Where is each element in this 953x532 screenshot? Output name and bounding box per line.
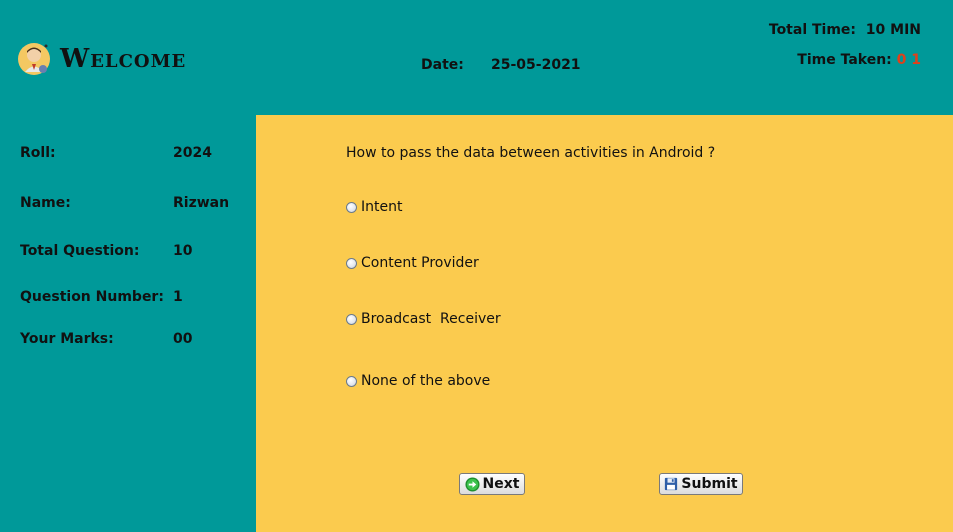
option-2[interactable]: Content Provider xyxy=(346,255,479,271)
name-value: Rizwan xyxy=(173,195,230,211)
time-taken-label: Time Taken: xyxy=(797,52,892,68)
roll-value: 2024 xyxy=(173,145,212,161)
total-question-label: Total Question: xyxy=(20,243,140,259)
student-avatar-icon xyxy=(18,43,50,75)
submit-button[interactable]: Submit xyxy=(659,473,743,495)
name-label: Name: xyxy=(20,195,71,211)
time-taken-value: 0 1 xyxy=(896,52,921,68)
option-3-radio[interactable] xyxy=(346,314,357,325)
roll-label: Roll: xyxy=(20,145,56,161)
option-3-label: Broadcast Receiver xyxy=(361,311,501,327)
option-4-label: None of the above xyxy=(361,373,491,389)
option-2-radio[interactable] xyxy=(346,258,357,269)
quiz-panel: How to pass the data between activities … xyxy=(256,115,953,532)
floppy-disk-icon xyxy=(664,477,678,491)
total-time-label: Total Time: xyxy=(768,22,857,38)
question-number-value: 1 xyxy=(173,289,183,305)
marks-label: Your Marks: xyxy=(20,331,114,347)
submit-label: Submit xyxy=(681,476,738,492)
marks-value: 00 xyxy=(173,331,193,347)
option-4[interactable]: None of the above xyxy=(346,373,490,389)
option-1[interactable]: Intent xyxy=(346,199,402,215)
next-label: Next xyxy=(482,476,520,492)
total-question-value: 10 xyxy=(173,243,193,259)
option-2-label: Content Provider xyxy=(361,255,479,271)
header: Welcome Date: 25-05-2021 Total Time: 10 … xyxy=(0,0,953,115)
question-text: How to pass the data between activities … xyxy=(346,145,716,161)
green-arrow-icon xyxy=(465,476,480,492)
welcome-title: Welcome xyxy=(60,44,187,74)
quiz-window: Welcome Date: 25-05-2021 Total Time: 10 … xyxy=(0,0,953,532)
question-number-label: Question Number: xyxy=(20,289,164,305)
date-label: Date: xyxy=(421,57,464,73)
date-value: 25-05-2021 xyxy=(491,57,581,73)
time-taken: Time Taken: 0 1 xyxy=(797,52,921,68)
option-3[interactable]: Broadcast Receiver xyxy=(346,311,501,327)
next-button[interactable]: Next xyxy=(459,473,525,495)
option-1-radio[interactable] xyxy=(346,202,357,213)
total-time: Total Time: 10 MIN xyxy=(769,22,921,38)
option-4-radio[interactable] xyxy=(346,376,357,387)
total-time-value: 10 MIN xyxy=(865,22,921,38)
option-1-label: Intent xyxy=(361,199,403,215)
